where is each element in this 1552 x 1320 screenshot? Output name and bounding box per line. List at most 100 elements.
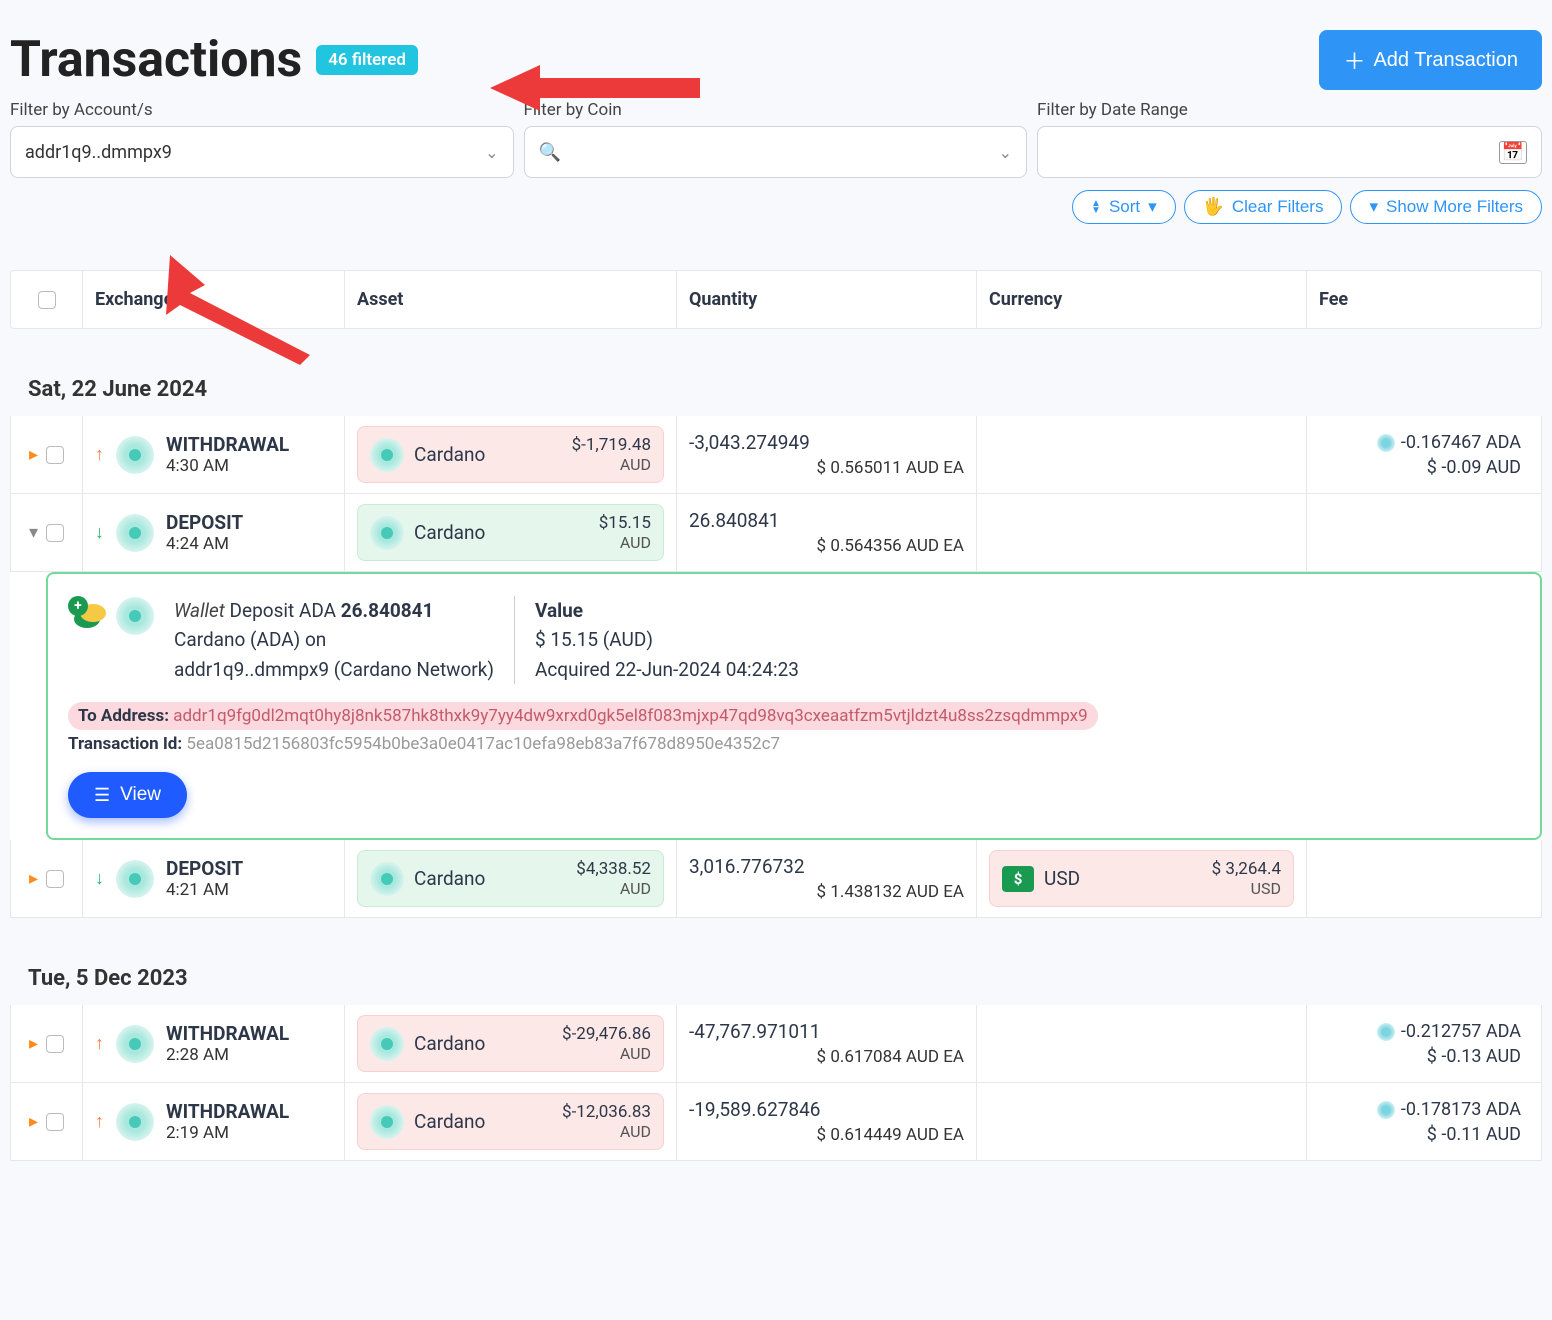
asset-currency: AUD: [562, 1122, 651, 1141]
detail-value-label: Value: [535, 596, 799, 625]
expand-row-caret[interactable]: ▾: [29, 522, 38, 543]
asset-card: Cardano $-29,476.86AUD: [357, 1015, 664, 1072]
filter-account-select[interactable]: addr1q9..dmmpx9 ⌄: [10, 126, 514, 178]
row-checkbox[interactable]: [46, 1035, 64, 1053]
filter-coin-select[interactable]: 🔍 ⌄: [524, 126, 1028, 178]
asset-name: Cardano: [414, 1110, 485, 1133]
search-icon: 🔍: [539, 142, 561, 163]
select-all-checkbox[interactable]: [38, 291, 56, 309]
asset-currency: AUD: [572, 455, 651, 474]
cardano-icon: [116, 436, 154, 474]
cardano-icon: [370, 1105, 404, 1139]
detail-asset: Cardano (ADA) on: [174, 625, 494, 654]
fee-amount: -0.212757 ADA: [1401, 1021, 1521, 1042]
quantity-rate: $ 0.565011 AUD EA: [817, 458, 964, 478]
cardano-icon: [116, 860, 154, 898]
transaction-time: 4:30 AM: [166, 456, 289, 476]
asset-value: $-1,719.48: [572, 435, 651, 455]
cardano-icon: [370, 516, 404, 550]
view-label: View: [120, 784, 161, 806]
cardano-icon: [370, 862, 404, 896]
detail-to-address: To Address: addr1q9fg0dl2mqt0hy8j8nk587h…: [68, 706, 1520, 726]
transaction-type: DEPOSIT: [166, 857, 243, 880]
filter-account-label: Filter by Account/s: [10, 100, 514, 120]
show-more-filters-button[interactable]: ▾ Show More Filters: [1350, 190, 1542, 224]
asset-value: $-29,476.86: [562, 1024, 651, 1044]
asset-name: Cardano: [414, 443, 485, 466]
quantity-value: -47,767.971011: [689, 1020, 820, 1043]
quantity-rate: $ 0.564356 AUD EA: [817, 536, 964, 556]
usd-icon: $: [1002, 866, 1034, 892]
transaction-time: 4:24 AM: [166, 534, 243, 554]
asset-name: Cardano: [414, 1032, 485, 1055]
chevron-down-icon: ▾: [1148, 197, 1157, 217]
chevron-down-icon: ⌄: [999, 143, 1012, 162]
column-fee[interactable]: Fee: [1307, 271, 1541, 328]
cardano-icon: [1377, 1101, 1395, 1119]
asset-value: $15.15: [599, 513, 651, 533]
expand-row-caret[interactable]: ▸: [29, 444, 38, 465]
column-quantity[interactable]: Quantity: [677, 271, 977, 328]
asset-value: $4,338.52: [576, 859, 651, 879]
filter-date-input[interactable]: 📅: [1037, 126, 1542, 178]
column-currency[interactable]: Currency: [977, 271, 1307, 328]
arrow-down-icon: ↓: [95, 522, 104, 543]
filter-account-value: addr1q9..dmmpx9: [25, 142, 172, 163]
cardano-icon: [370, 438, 404, 472]
transaction-detail-panel: +Wallet Deposit ADA 26.840841Cardano (AD…: [46, 572, 1542, 840]
arrow-up-icon: ↑: [95, 444, 104, 465]
filter-date-label: Filter by Date Range: [1037, 100, 1542, 120]
asset-card: Cardano$4,338.52AUD: [357, 850, 664, 907]
sort-icon: ▲▼: [1091, 200, 1101, 214]
clear-filters-button[interactable]: 🖐 Clear Filters: [1184, 190, 1343, 224]
transaction-time: 2:19 AM: [166, 1123, 289, 1143]
column-exchange[interactable]: Exchange: [83, 271, 345, 328]
show-more-filters-label: Show More Filters: [1386, 197, 1523, 217]
hand-stop-icon: 🖐: [1203, 197, 1224, 217]
transaction-row: ▾↓DEPOSIT4:24 AMCardano$15.15AUD26.84084…: [10, 494, 1542, 572]
cardano-icon: [116, 514, 154, 552]
clear-filters-label: Clear Filters: [1232, 197, 1324, 217]
quantity-value: -3,043.274949: [689, 431, 810, 454]
sort-label: Sort: [1109, 197, 1140, 217]
transaction-type: WITHDRAWAL: [166, 1100, 289, 1123]
asset-currency: AUD: [562, 1044, 651, 1063]
currency-card: $USD$ 3,264.4USD: [989, 850, 1294, 907]
plus-icon: ＋: [1343, 44, 1365, 76]
sort-button[interactable]: ▲▼ Sort ▾: [1072, 190, 1176, 224]
transaction-row: ▸↑WITHDRAWAL2:28 AMCardano$-29,476.86AUD…: [10, 1005, 1542, 1083]
asset-card: Cardano $-1,719.48AUD: [357, 426, 664, 483]
fee-fiat: $ -0.09 AUD: [1427, 457, 1521, 478]
asset-card: Cardano$-12,036.83AUD: [357, 1093, 664, 1150]
cardano-icon: [116, 1025, 154, 1063]
expand-row-caret[interactable]: ▸: [29, 868, 38, 889]
quantity-value: 3,016.776732: [689, 855, 805, 878]
transaction-row: ▸ ↑ WITHDRAWAL2:19 AM Cardano$-12,036.83AUD…: [10, 1083, 1542, 1161]
view-button[interactable]: ☰View: [68, 772, 187, 818]
cardano-icon: [116, 597, 154, 635]
currency-value: $ 3,264.4: [1212, 859, 1281, 879]
arrow-down-icon: ↓: [95, 868, 104, 889]
filter-count-badge: 46 filtered: [316, 45, 418, 75]
quantity-value: -19,589.627846: [689, 1098, 820, 1121]
transaction-row: ▸↑WITHDRAWAL4:30 AMCardano$-1,719.48AUD-…: [10, 416, 1542, 494]
detail-value-amount: $ 15.15 (AUD): [535, 625, 799, 654]
column-asset[interactable]: Asset: [345, 271, 677, 328]
currency-code: USD: [1212, 879, 1281, 898]
fee-amount: -0.167467 ADA: [1401, 432, 1521, 453]
row-checkbox[interactable]: [46, 446, 64, 464]
detail-summary: Wallet Deposit ADA 26.840841: [174, 596, 494, 625]
expand-row-caret[interactable]: ▸: [29, 1033, 38, 1054]
add-transaction-button[interactable]: ＋ Add Transaction: [1319, 30, 1542, 90]
calendar-icon: 📅: [1499, 141, 1527, 164]
quantity-rate: $ 1.438132 AUD EA: [817, 882, 964, 902]
detail-acquired: Acquired 22-Jun-2024 04:24:23: [535, 655, 799, 684]
row-checkbox[interactable]: [46, 1113, 64, 1131]
asset-card: Cardano$15.15AUD: [357, 504, 664, 561]
row-checkbox[interactable]: [46, 524, 64, 542]
row-checkbox[interactable]: [46, 870, 64, 888]
expand-row-caret[interactable]: ▸: [29, 1111, 38, 1132]
chevron-down-icon: ▾: [1369, 197, 1378, 217]
arrow-up-icon: ↑: [95, 1111, 104, 1132]
fee-amount: -0.178173 ADA: [1401, 1099, 1521, 1120]
